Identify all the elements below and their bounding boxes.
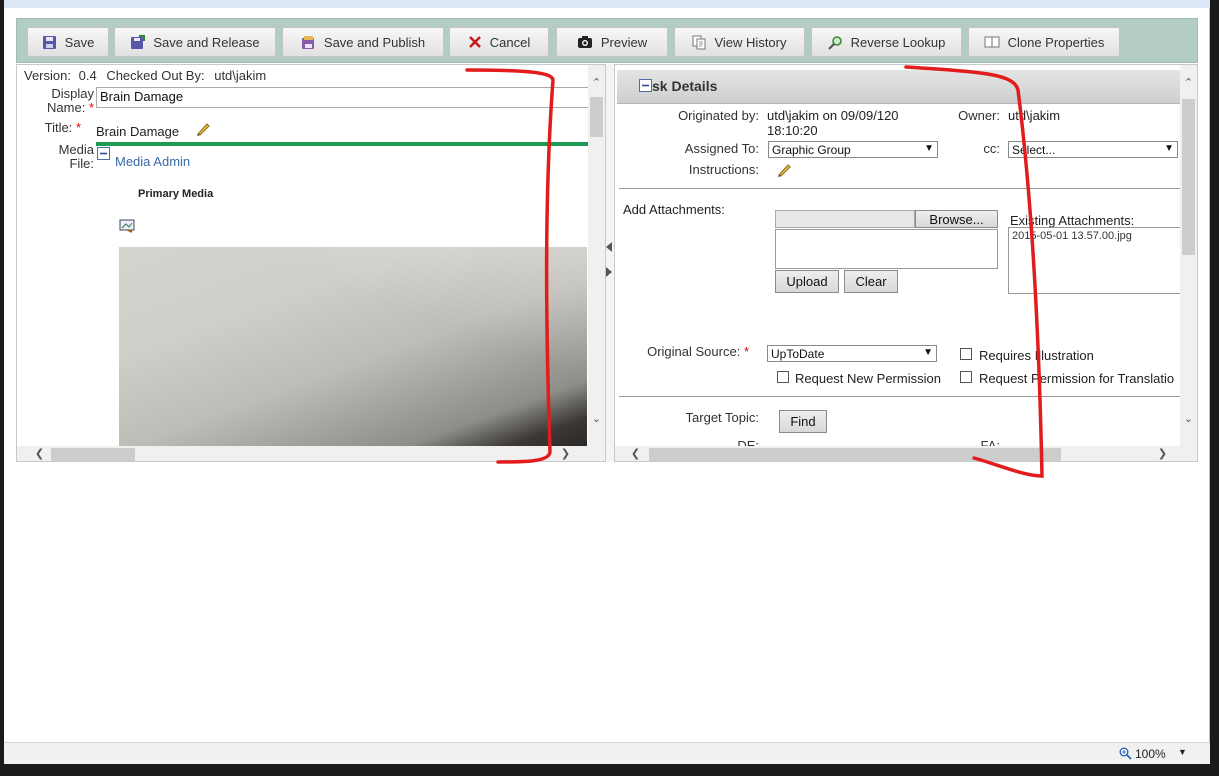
zoom-level[interactable]: 100% xyxy=(1135,747,1166,761)
zoom-icon xyxy=(1119,747,1132,760)
application-window: Save Save and Release Save and Publish C… xyxy=(4,0,1210,764)
status-bar: 100% ▼ xyxy=(4,742,1210,764)
zoom-dropdown-icon[interactable]: ▼ xyxy=(1178,747,1187,757)
annotation-bracket-left xyxy=(465,65,1044,478)
